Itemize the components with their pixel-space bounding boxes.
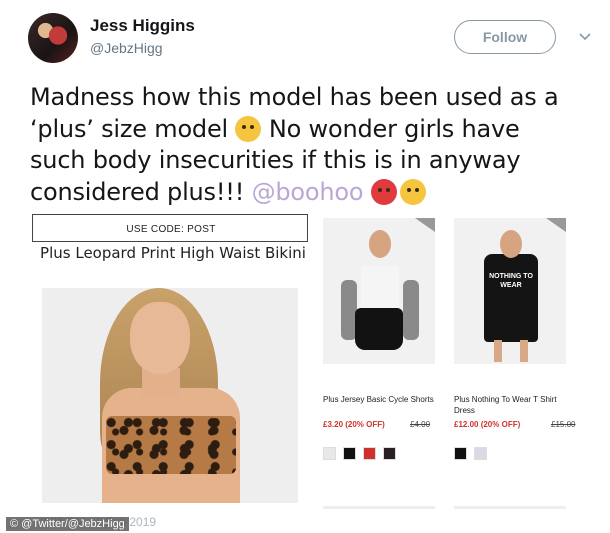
colour-swatches [454,447,487,460]
tweet-line-2: ‘plus’ size model No wonder girls have [30,114,600,146]
product-name: Plus Jersey Basic Cycle Shorts [323,395,434,404]
swatch [323,447,336,460]
chevron-down-icon[interactable] [579,30,591,42]
follow-button[interactable]: Follow [454,20,556,54]
original-price: £4.00 [410,420,431,429]
product-title: Plus Leopard Print High Waist Bikini [40,244,306,262]
image-credit: © @Twitter/@JebzHigg [6,517,129,531]
eye-roll-face-icon [399,178,426,205]
corner-tag [415,218,435,232]
avatar[interactable] [28,13,78,63]
product-name: Plus Nothing To Wear T Shirt Dress [454,395,557,415]
tweet-line-3: such body insecurities if this is in any… [30,146,521,174]
swatch [383,447,396,460]
swatch [454,447,467,460]
product-card: Plus Jersey Basic Cycle Shorts £3.20 (20… [323,210,438,510]
tweet-text: Madness how this model has been used as … [30,82,600,208]
product-image: NOTHING TO WEAR [454,218,566,364]
tweet-line-2-text: ‘plus’ size model [30,114,228,143]
display-name[interactable]: Jess Higgins [90,16,195,36]
product-card: NOTHING TO WEAR Plus Nothing To Wear T S… [454,210,575,510]
swatch [343,447,356,460]
mention-link[interactable]: @boohoo [252,178,364,206]
divider [323,506,435,509]
tweet-line-4-text: considered plus!!! [30,177,245,206]
model-photo [42,288,298,503]
tweet-media[interactable]: USE CODE: POST Plus Leopard Print High W… [30,210,585,510]
original-price: £15.00 [551,420,576,429]
angry-face-icon [370,178,397,205]
tweet-line-4: considered plus!!! @boohoo [30,177,600,209]
colour-swatches [323,447,396,460]
divider [454,506,566,509]
sale-price: £3.20 (20% OFF) [323,420,385,429]
tweet-line-2-text-b: No wonder girls have [268,114,520,143]
promo-code-label: USE CODE: POST [126,224,216,235]
corner-tag [546,218,566,232]
promo-code-box: USE CODE: POST [32,214,308,242]
dress-print-text: NOTHING TO WEAR [489,273,533,289]
leopard-print-top [106,416,236,474]
swatch [363,447,376,460]
product-image [323,218,435,364]
user-handle[interactable]: @JebzHigg [90,40,163,56]
sale-price: £12.00 (20% OFF) [454,420,521,429]
product-panel: USE CODE: POST Plus Leopard Print High W… [30,210,315,510]
thinking-face-icon [235,115,262,142]
swatch [474,447,487,460]
tweet-line-1: Madness how this model has been used as … [30,83,559,111]
